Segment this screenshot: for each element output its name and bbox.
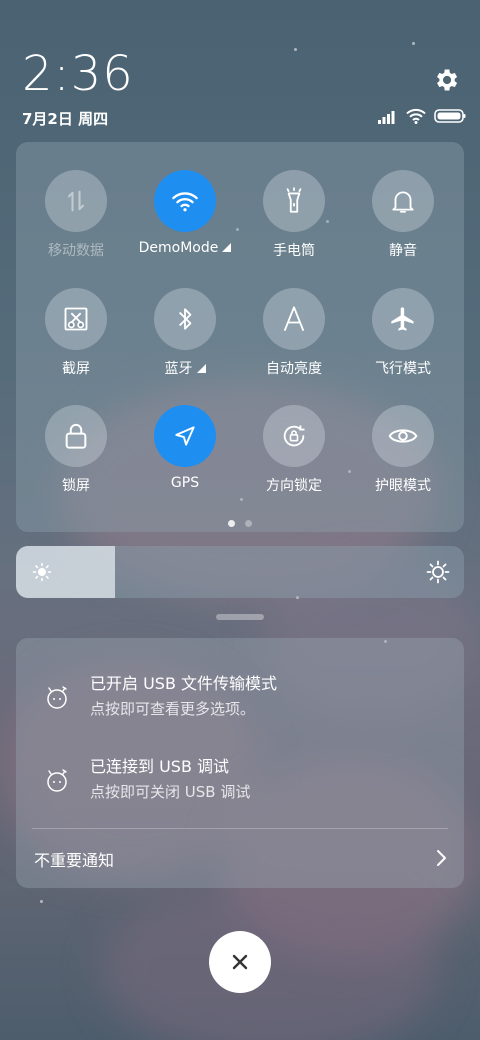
mobile-data-icon [45,170,107,232]
notification-panel: 已开启 USB 文件传输模式 点按即可查看更多选项。 已连接到 USB 调试 点… [16,638,464,888]
tile-airplane[interactable]: 飞行模式 [353,288,453,398]
tile-label: 静音 [389,243,417,259]
tile-label: 护眼模式 [375,478,431,494]
date[interactable]: 7月2日 周四 [22,108,108,129]
rotation-lock-icon [263,405,325,467]
tile-mobile-data[interactable]: 移动数据 [26,170,126,280]
android-debug-icon [44,684,70,710]
unimportant-notifications-row[interactable]: 不重要通知 [16,834,464,884]
tile-label: 自动亮度 [266,361,322,377]
notification-subtitle: 点按即可关闭 USB 调试 [90,783,251,801]
battery-icon [434,108,466,128]
tile-screenshot[interactable]: 截屏 [26,288,126,398]
brightness-high-icon [426,560,450,588]
status-icons [378,108,466,128]
tile-lock-screen[interactable]: 锁屏 [26,405,126,515]
page-indicator-dot-active [228,520,235,527]
page-indicator-dot [245,520,252,527]
divider [32,828,448,829]
brightness-slider[interactable] [16,546,464,598]
brightness-low-icon [32,562,52,586]
screenshot-icon [45,288,107,350]
tile-auto-brightness[interactable]: 自动亮度 [244,288,344,398]
tile-flashlight[interactable]: 手电筒 [244,170,344,280]
chevron-right-icon [430,847,452,869]
tile-wifi[interactable]: DemoMode [135,170,235,280]
submenu-triangle-icon [196,364,206,373]
tile-label: GPS [170,475,200,491]
tile-rotation-lock[interactable]: 方向锁定 [244,405,344,515]
flashlight-icon [263,170,325,232]
close-icon [232,954,248,970]
location-arrow-icon [154,405,216,467]
signal-icon [378,109,398,128]
android-debug-icon [44,767,70,793]
drag-handle[interactable] [216,614,264,620]
clock[interactable]: 2:36 [22,46,134,102]
lock-icon [45,405,107,467]
tile-label: 手电筒 [273,243,315,259]
eye-icon [372,405,434,467]
wifi-icon [154,170,216,232]
wifi-icon [406,108,426,128]
tile-label: 蓝牙 [164,361,193,377]
bluetooth-icon [154,288,216,350]
airplane-icon [372,288,434,350]
bell-icon [372,170,434,232]
notification-item[interactable]: 已连接到 USB 调试 点按即可关闭 USB 调试 [16,751,464,811]
tile-gps[interactable]: GPS [135,405,235,515]
tile-label: 飞行模式 [375,361,431,377]
tile-label: DemoMode [138,240,219,256]
auto-brightness-icon [263,288,325,350]
tile-label: 截屏 [62,361,90,377]
notification-item[interactable]: 已开启 USB 文件传输模式 点按即可查看更多选项。 [16,668,464,728]
notification-title: 已连接到 USB 调试 [90,757,230,776]
brightness-fill [16,546,115,598]
tile-mute[interactable]: 静音 [353,170,453,280]
tile-label: 方向锁定 [266,478,322,494]
tile-label: 移动数据 [48,243,104,259]
tile-bluetooth[interactable]: 蓝牙 [135,288,235,398]
clear-all-button[interactable] [209,931,271,993]
notification-title: 已开启 USB 文件传输模式 [90,674,278,693]
tile-label: 锁屏 [62,478,90,494]
submenu-triangle-icon [222,243,232,252]
settings-gear-icon[interactable] [432,66,460,94]
tile-eye-care[interactable]: 护眼模式 [353,405,453,515]
unimportant-notifications-label: 不重要通知 [34,851,115,870]
notification-subtitle: 点按即可查看更多选项。 [90,700,256,718]
